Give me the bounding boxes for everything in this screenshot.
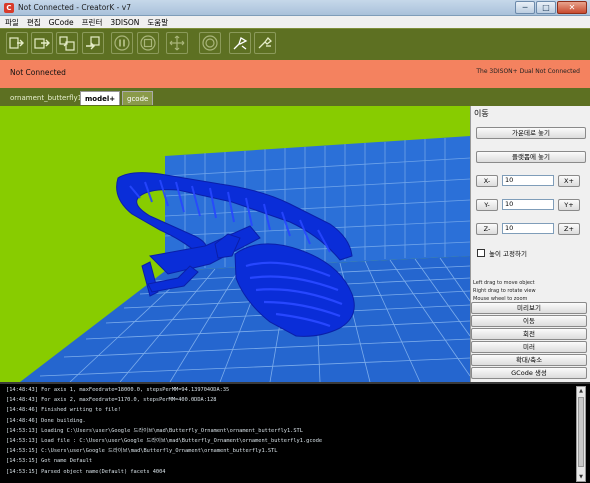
title-bar: C Not Connected - CreatorK - v7 ─ □ ✕ <box>0 0 590 16</box>
menu-edit[interactable]: 편집 <box>27 17 41 28</box>
menu-gcode[interactable]: GCode <box>49 18 74 27</box>
manual-control-button[interactable] <box>229 32 251 54</box>
save-model-button[interactable] <box>31 32 53 54</box>
x-plus-button[interactable]: X+ <box>558 175 580 187</box>
tools-button[interactable] <box>254 32 276 54</box>
log-line: [14:53:15] C:\Users\user\Google 드라이브\mad… <box>6 448 278 455</box>
y-plus-button[interactable]: Y+ <box>558 199 580 211</box>
move-button[interactable] <box>166 32 188 54</box>
z-plus-button[interactable]: Z+ <box>558 223 580 235</box>
load-model-button[interactable] <box>6 32 28 54</box>
log-line: [14:53:13] Loading C:\Users\user\Google … <box>6 427 303 434</box>
rotate-mode-button[interactable]: 회전 <box>471 328 587 340</box>
connect-button[interactable] <box>199 32 221 54</box>
menu-printer[interactable]: 프린터 <box>82 17 103 28</box>
file-name-label: ornament_butterfly1 <box>10 94 83 102</box>
preview-button[interactable]: 미리보기 <box>471 302 587 314</box>
scroll-up-icon[interactable]: ▲ <box>577 387 585 395</box>
app-icon: C <box>4 3 14 13</box>
lock-height-label: 높이 고정하기 <box>489 250 527 258</box>
machine-status: The 3DISON+ Dual Not Connected <box>476 68 580 75</box>
menu-3dison[interactable]: 3DISON <box>110 18 139 27</box>
place-on-platform-button[interactable]: 플랫폼에 놓기 <box>476 151 586 163</box>
log-line: [14:53:15] Parsed object name(Default) f… <box>6 468 166 475</box>
connect-icon <box>202 35 218 51</box>
stop-icon <box>140 35 156 51</box>
save-icon <box>34 38 50 49</box>
log-line: [14:53:13] Load file : C:\Users\user\Goo… <box>6 438 323 445</box>
y-step-input[interactable]: 10 <box>502 199 554 210</box>
scroll-thumb[interactable] <box>578 397 584 467</box>
console-scrollbar[interactable]: ▲ ▼ <box>576 386 586 482</box>
pause-icon <box>114 35 130 51</box>
generate-gcode-panel-button[interactable]: GCode 생성 <box>471 367 587 379</box>
move-mode-button[interactable]: 이동 <box>471 315 587 327</box>
manual-control-icon <box>233 37 248 50</box>
menu-help[interactable]: 도움말 <box>147 17 168 28</box>
load-icon <box>9 37 24 49</box>
z-step-input[interactable]: 10 <box>502 223 554 234</box>
menu-bar: 파일 편집 GCode 프린터 3DISON 도움말 <box>0 16 590 28</box>
menu-file[interactable]: 파일 <box>5 17 19 28</box>
toolbar <box>0 28 590 60</box>
minimize-button[interactable]: ─ <box>515 1 535 14</box>
hint-move: Left drag to move object <box>473 280 535 286</box>
model-viewport[interactable] <box>0 106 470 382</box>
window-title: Not Connected - CreatorK - v7 <box>18 3 131 12</box>
tools-icon <box>258 37 272 49</box>
panel-title: 이동 <box>474 109 489 118</box>
pause-button[interactable] <box>111 32 133 54</box>
close-button[interactable]: ✕ <box>557 1 587 14</box>
tab-row: ornament_butterfly1 model+ gcode <box>0 88 590 106</box>
x-step-input[interactable]: 10 <box>502 175 554 186</box>
log-line: [14:48:46] Done building. <box>6 417 86 424</box>
scroll-down-icon[interactable]: ▼ <box>577 473 585 481</box>
center-button[interactable]: 가운데로 놓기 <box>476 127 586 139</box>
maximize-button[interactable]: □ <box>536 1 556 14</box>
print-gcode-button[interactable] <box>82 32 104 54</box>
stop-button[interactable] <box>137 32 159 54</box>
generate-gcode-button[interactable] <box>56 32 78 54</box>
mirror-mode-button[interactable]: 미러 <box>471 341 587 353</box>
log-line: [14:53:15] Got name Default <box>6 458 93 465</box>
build-platform-view <box>20 136 470 382</box>
connection-status: Not Connected <box>10 68 66 77</box>
log-line: [14:48:46] Finished writing to file! <box>6 407 121 414</box>
log-line: [14:48:43] For axis 1, maxFeedrate=18000… <box>6 387 230 393</box>
print-icon <box>86 36 100 50</box>
hint-rotate: Right drag to rotate view <box>473 288 536 294</box>
tab-gcode[interactable]: gcode <box>122 91 154 105</box>
log-line: [14:48:43] For axis 2, maxFeedrate=1170.… <box>6 397 217 404</box>
scale-mode-button[interactable]: 확대/축소 <box>471 354 587 366</box>
move-panel: 이동 가운데로 놓기 플랫폼에 놓기 X- 10 X+ Y- 10 Y+ Z- … <box>470 106 590 382</box>
z-minus-button[interactable]: Z- <box>476 223 498 235</box>
y-minus-button[interactable]: Y- <box>476 199 498 211</box>
slice-icon <box>59 36 75 51</box>
move-icon <box>169 35 185 51</box>
tab-model[interactable]: model+ <box>80 91 121 105</box>
connection-status-bar: Not Connected The 3DISON+ Dual Not Conne… <box>0 60 590 88</box>
log-console[interactable]: [14:48:43] For axis 1, maxFeedrate=18000… <box>0 382 590 483</box>
lock-height-checkbox[interactable] <box>477 249 485 257</box>
x-minus-button[interactable]: X- <box>476 175 498 187</box>
